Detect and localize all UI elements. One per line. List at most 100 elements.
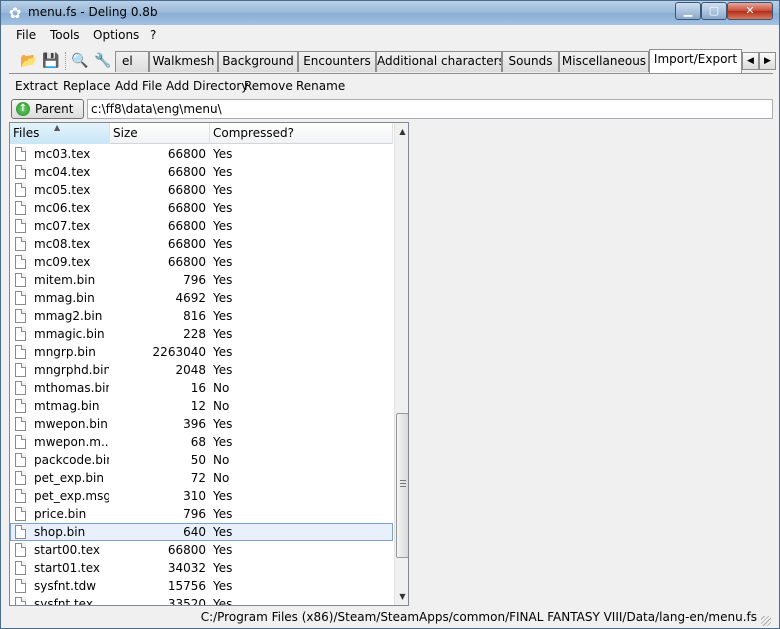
menu-tools[interactable]: Tools [50,28,80,42]
search-icon[interactable]: 🔍 [70,51,90,71]
table-row[interactable]: price.bin 796 Yes [10,505,393,523]
file-compressed: Yes [213,363,233,377]
file-name: pet_exp.bin [34,471,104,485]
file-size: 66800 [167,147,206,161]
table-row[interactable]: mwepon.m... 68 Yes [10,433,393,451]
window-title: menu.fs - Deling 0.8b [28,5,158,19]
file-compressed: No [213,471,230,485]
tab-sounds[interactable]: Sounds [502,51,559,72]
table-row[interactable]: mc09.tex 66800 Yes [10,253,393,271]
app-window: ✿ menu.fs - Deling 0.8b ▁ ▢ ✕ File Tools… [0,0,780,629]
open-folder-icon[interactable]: 📂 [19,51,39,71]
file-icon [15,273,26,287]
file-icon [15,255,26,269]
file-name: shop.bin [34,525,86,539]
table-row[interactable]: pet_exp.bin 72 No [10,469,393,487]
table-row[interactable]: mtmag.bin 12 No [10,397,393,415]
table-row[interactable]: mmag2.bin 816 Yes [10,307,393,325]
tab-model[interactable]: el [115,51,149,72]
add-file-button[interactable]: Add File [115,79,162,93]
table-row[interactable]: mc03.tex 66800 Yes [10,145,393,163]
tab-scroll-left-icon[interactable]: ◀ [742,52,759,70]
maximize-button[interactable]: ▢ [701,2,727,20]
file-compressed: Yes [213,597,233,606]
tab-import-export[interactable]: Import/Export [649,49,742,73]
file-size: 16 [190,381,206,395]
file-icon [15,165,26,179]
table-row[interactable]: mitem.bin 796 Yes [10,271,393,289]
action-bar: Extract Replace Add File Add Directory R… [9,77,773,97]
tab-encounters[interactable]: Encounters [298,51,376,72]
table-row[interactable]: mthomas.bin 16 No [10,379,393,397]
table-row[interactable]: packcode.bin 50 No [10,451,393,469]
file-name: packcode.bin [34,453,109,467]
file-icon [15,525,26,539]
minimize-button[interactable]: ▁ [675,2,701,20]
file-compressed: Yes [213,543,233,557]
file-size: 66800 [167,543,206,557]
tab-scroll-right-icon[interactable]: ▶ [759,52,776,70]
table-row[interactable]: pet_exp.msg 310 Yes [10,487,393,505]
table-row[interactable]: mc07.tex 66800 Yes [10,217,393,235]
column-files[interactable]: ▲ Files [10,123,110,144]
path-field[interactable]: c:\ff8\data\eng\menu\ [87,99,773,119]
file-list-header: ▲ Files Size Compressed? [10,123,393,144]
resize-grip-icon[interactable] [761,616,771,626]
vertical-scrollbar[interactable]: ▲ ▼ [394,123,408,605]
tab-additional-characters[interactable]: Additional characters [376,51,502,72]
table-row[interactable]: mc05.tex 66800 Yes [10,181,393,199]
file-compressed: Yes [213,273,233,287]
scroll-up-icon[interactable]: ▲ [395,123,408,140]
table-row[interactable]: shop.bin 640 Yes [10,523,393,541]
table-row[interactable]: sysfnt.tdw 15756 Yes [10,577,393,595]
tab-miscellaneous[interactable]: Miscellaneous [559,51,649,72]
table-row[interactable]: mc04.tex 66800 Yes [10,163,393,181]
menu-help[interactable]: ? [150,28,156,42]
column-compressed[interactable]: Compressed? [210,123,393,144]
file-compressed: Yes [213,525,233,539]
table-row[interactable]: mwepon.bin 396 Yes [10,415,393,433]
table-row[interactable]: mmagic.bin 228 Yes [10,325,393,343]
file-compressed: Yes [213,291,233,305]
add-directory-button[interactable]: Add Directory [166,79,248,93]
table-row[interactable]: mc06.tex 66800 Yes [10,199,393,217]
rename-button[interactable]: Rename [296,79,345,93]
file-name: sysfnt.tex [34,597,93,606]
table-row[interactable]: sysfnt.tex 33520 Yes [10,595,393,606]
menu-options[interactable]: Options [93,28,139,42]
table-row[interactable]: mc08.tex 66800 Yes [10,235,393,253]
menu-file[interactable]: File [16,28,36,42]
table-row[interactable]: mngrphd.bin 2048 Yes [10,361,393,379]
file-compressed: Yes [213,417,233,431]
file-list[interactable]: ▲ Files Size Compressed? mc03.tex 66800 Ye… [9,122,409,606]
tab-divider [9,73,773,74]
scrollbar-thumb[interactable] [396,413,408,558]
save-icon[interactable]: 💾 [41,51,61,71]
file-name: mc07.tex [34,219,91,233]
file-icon [15,579,26,593]
table-row[interactable]: mmag.bin 4692 Yes [10,289,393,307]
file-size: 50 [190,453,206,467]
column-size[interactable]: Size [110,123,210,144]
tool-icon[interactable]: 🔧 [93,51,113,71]
close-button[interactable]: ✕ [727,2,773,20]
title-bar[interactable]: ✿ menu.fs - Deling 0.8b ▁ ▢ ✕ [1,1,779,25]
tab-walkmesh[interactable]: Walkmesh [149,51,218,72]
file-icon [15,327,26,341]
table-row[interactable]: mngrp.bin 2263040 Yes [10,343,393,361]
file-size: 12 [190,399,206,413]
file-name: mngrp.bin [34,345,96,359]
table-row[interactable]: start01.tex 34032 Yes [10,559,393,577]
remove-button[interactable]: Remove [244,79,293,93]
replace-button[interactable]: Replace [63,79,110,93]
tab-background[interactable]: Background [218,51,298,72]
file-icon [15,489,26,503]
extract-button[interactable]: Extract [15,79,58,93]
file-name: mitem.bin [34,273,96,287]
scroll-down-icon[interactable]: ▼ [395,588,408,605]
parent-button[interactable]: ↑ Parent [11,99,84,119]
table-row[interactable]: start00.tex 66800 Yes [10,541,393,559]
file-size: 4692 [175,291,206,305]
file-compressed: No [213,453,230,467]
file-name: mc09.tex [34,255,91,269]
